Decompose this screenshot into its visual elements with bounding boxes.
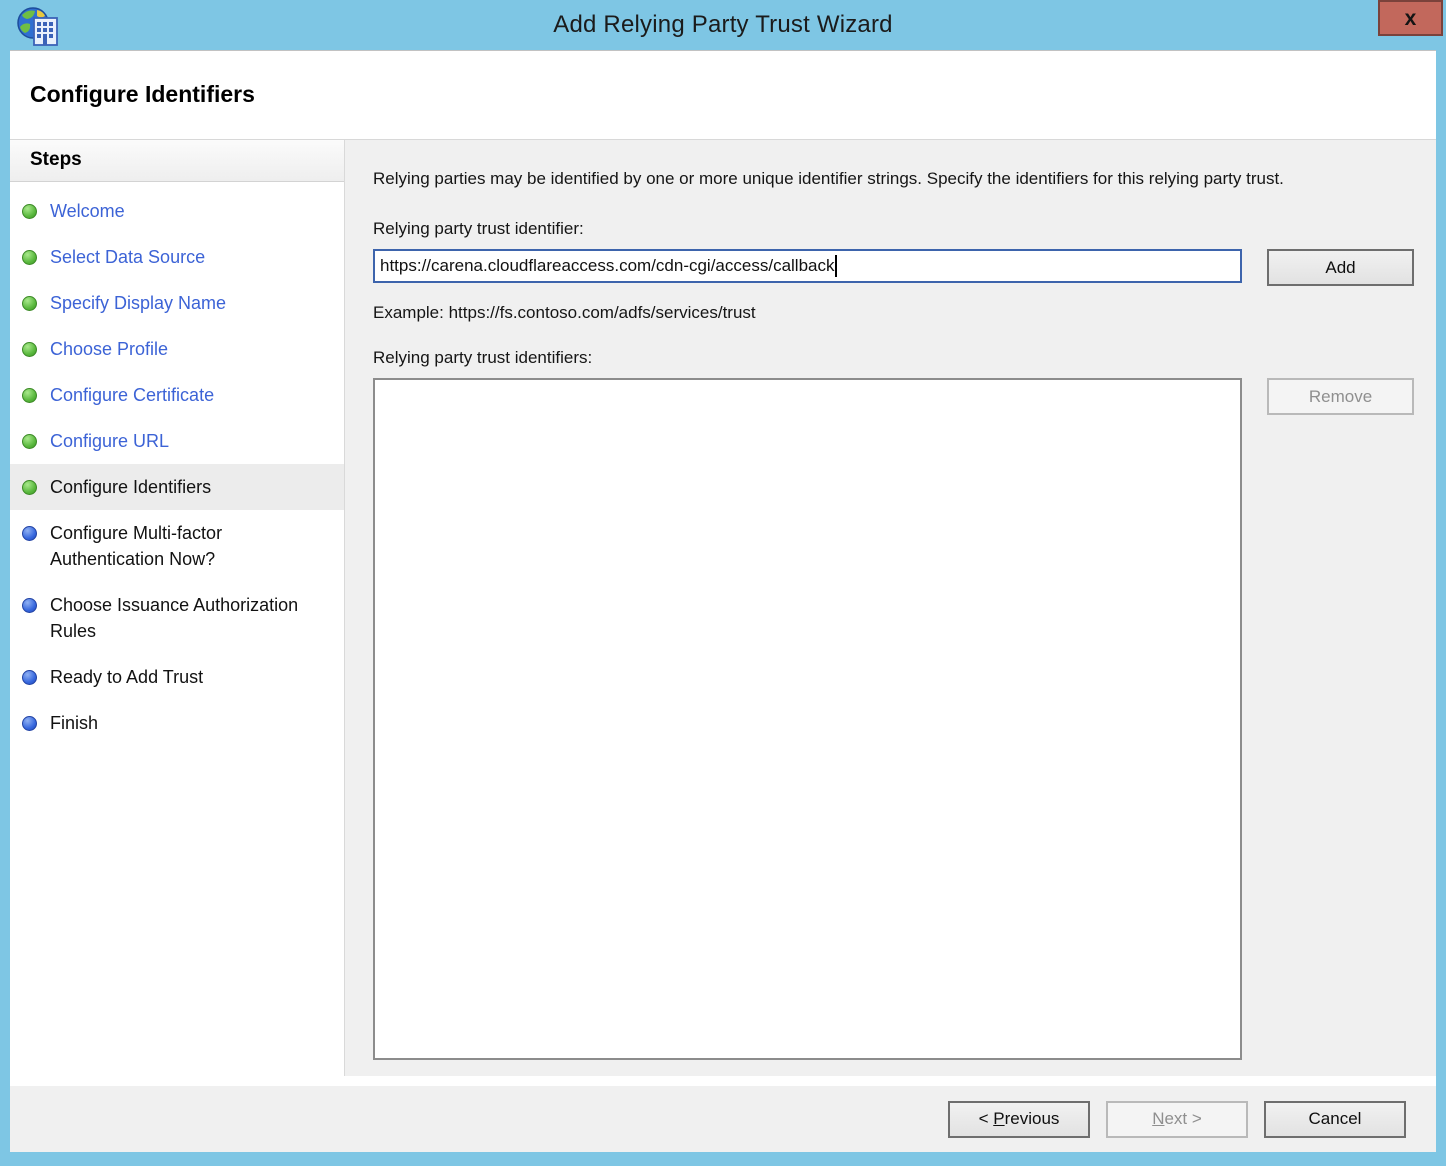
close-button[interactable]: x — [1378, 0, 1443, 36]
step-done-dot-icon — [22, 342, 37, 357]
page-header: Configure Identifiers — [10, 50, 1436, 139]
step-label: Configure Identifiers — [50, 477, 212, 497]
step-label: Ready to Add Trust — [50, 667, 204, 687]
sidebar-item-choose-profile[interactable]: Choose Profile — [10, 326, 344, 372]
identifier-input[interactable]: https://carena.cloudflareaccess.com/cdn-… — [373, 249, 1242, 283]
sidebar-item-configure-certificate[interactable]: Configure Certificate — [10, 372, 344, 418]
titlebar[interactable]: Add Relying Party Trust Wizard x — [0, 0, 1446, 50]
steps-panel-title: Steps — [10, 140, 344, 182]
adfs-app-icon — [17, 7, 58, 46]
wizard-window: Add Relying Party Trust Wizard x Configu… — [0, 0, 1446, 1166]
sidebar-item-configure-multi-factor: Configure Multi-factor Authentication No… — [10, 510, 344, 582]
description-text: Relying parties may be identified by one… — [373, 169, 1284, 188]
sidebar-item-configure-identifiers: Configure Identifiers — [10, 464, 344, 510]
identifiers-list-label: Relying party trust identifiers: — [373, 348, 593, 367]
identifier-field-label: Relying party trust identifier: — [373, 219, 584, 238]
sidebar-item-configure-url[interactable]: Configure URL — [10, 418, 344, 464]
sidebar-item-welcome[interactable]: Welcome — [10, 188, 344, 234]
step-label: Select Data Source — [50, 247, 206, 267]
page-title: Configure Identifiers — [30, 81, 255, 107]
footer-button-bar: < Previous Next > Cancel — [10, 1086, 1436, 1152]
step-label: Welcome — [50, 201, 125, 221]
footer-separator — [10, 1076, 1436, 1086]
step-label: Specify Display Name — [50, 293, 227, 313]
step-upcoming-dot-icon — [22, 598, 37, 613]
remove-button[interactable]: Remove — [1267, 378, 1414, 415]
step-current-dot-icon — [22, 480, 37, 495]
example-text: Example: https://fs.contoso.com/adfs/ser… — [373, 303, 756, 322]
step-done-dot-icon — [22, 388, 37, 403]
add-button[interactable]: Add — [1267, 249, 1414, 286]
step-label: Choose Profile — [50, 339, 169, 359]
text-caret — [835, 255, 838, 277]
step-done-dot-icon — [22, 434, 37, 449]
step-label: Configure Multi-factor Authentication No… — [50, 523, 223, 569]
step-done-dot-icon — [22, 250, 37, 265]
identifiers-listbox[interactable] — [373, 378, 1242, 1060]
step-upcoming-dot-icon — [22, 716, 37, 731]
sidebar-item-ready-to-add-trust: Ready to Add Trust — [10, 654, 344, 700]
step-upcoming-dot-icon — [22, 526, 37, 541]
step-label: Configure URL — [50, 431, 170, 451]
step-label: Configure Certificate — [50, 385, 215, 405]
sidebar-item-select-data-source[interactable]: Select Data Source — [10, 234, 344, 280]
sidebar-item-choose-issuance-rules: Choose Issuance Authorization Rules — [10, 582, 344, 654]
previous-button[interactable]: < Previous — [948, 1100, 1090, 1138]
step-label: Finish — [50, 713, 99, 733]
sidebar-item-specify-display-name[interactable]: Specify Display Name — [10, 280, 344, 326]
close-icon: x — [1404, 6, 1417, 30]
step-label: Choose Issuance Authorization Rules — [50, 595, 299, 641]
identifier-input-value: https://carena.cloudflareaccess.com/cdn-… — [380, 256, 835, 275]
steps-list: Welcome Select Data Source Specify Displ… — [10, 188, 344, 746]
next-button[interactable]: Next > — [1106, 1100, 1248, 1138]
sidebar-item-finish: Finish — [10, 700, 344, 746]
cancel-button[interactable]: Cancel — [1264, 1100, 1406, 1138]
step-done-dot-icon — [22, 204, 37, 219]
step-done-dot-icon — [22, 296, 37, 311]
steps-sidebar: Steps Welcome Select Data Source Specify… — [10, 140, 345, 1076]
step-upcoming-dot-icon — [22, 670, 37, 685]
window-title: Add Relying Party Trust Wizard — [553, 11, 893, 38]
content-pane: Relying parties may be identified by one… — [345, 140, 1436, 1076]
